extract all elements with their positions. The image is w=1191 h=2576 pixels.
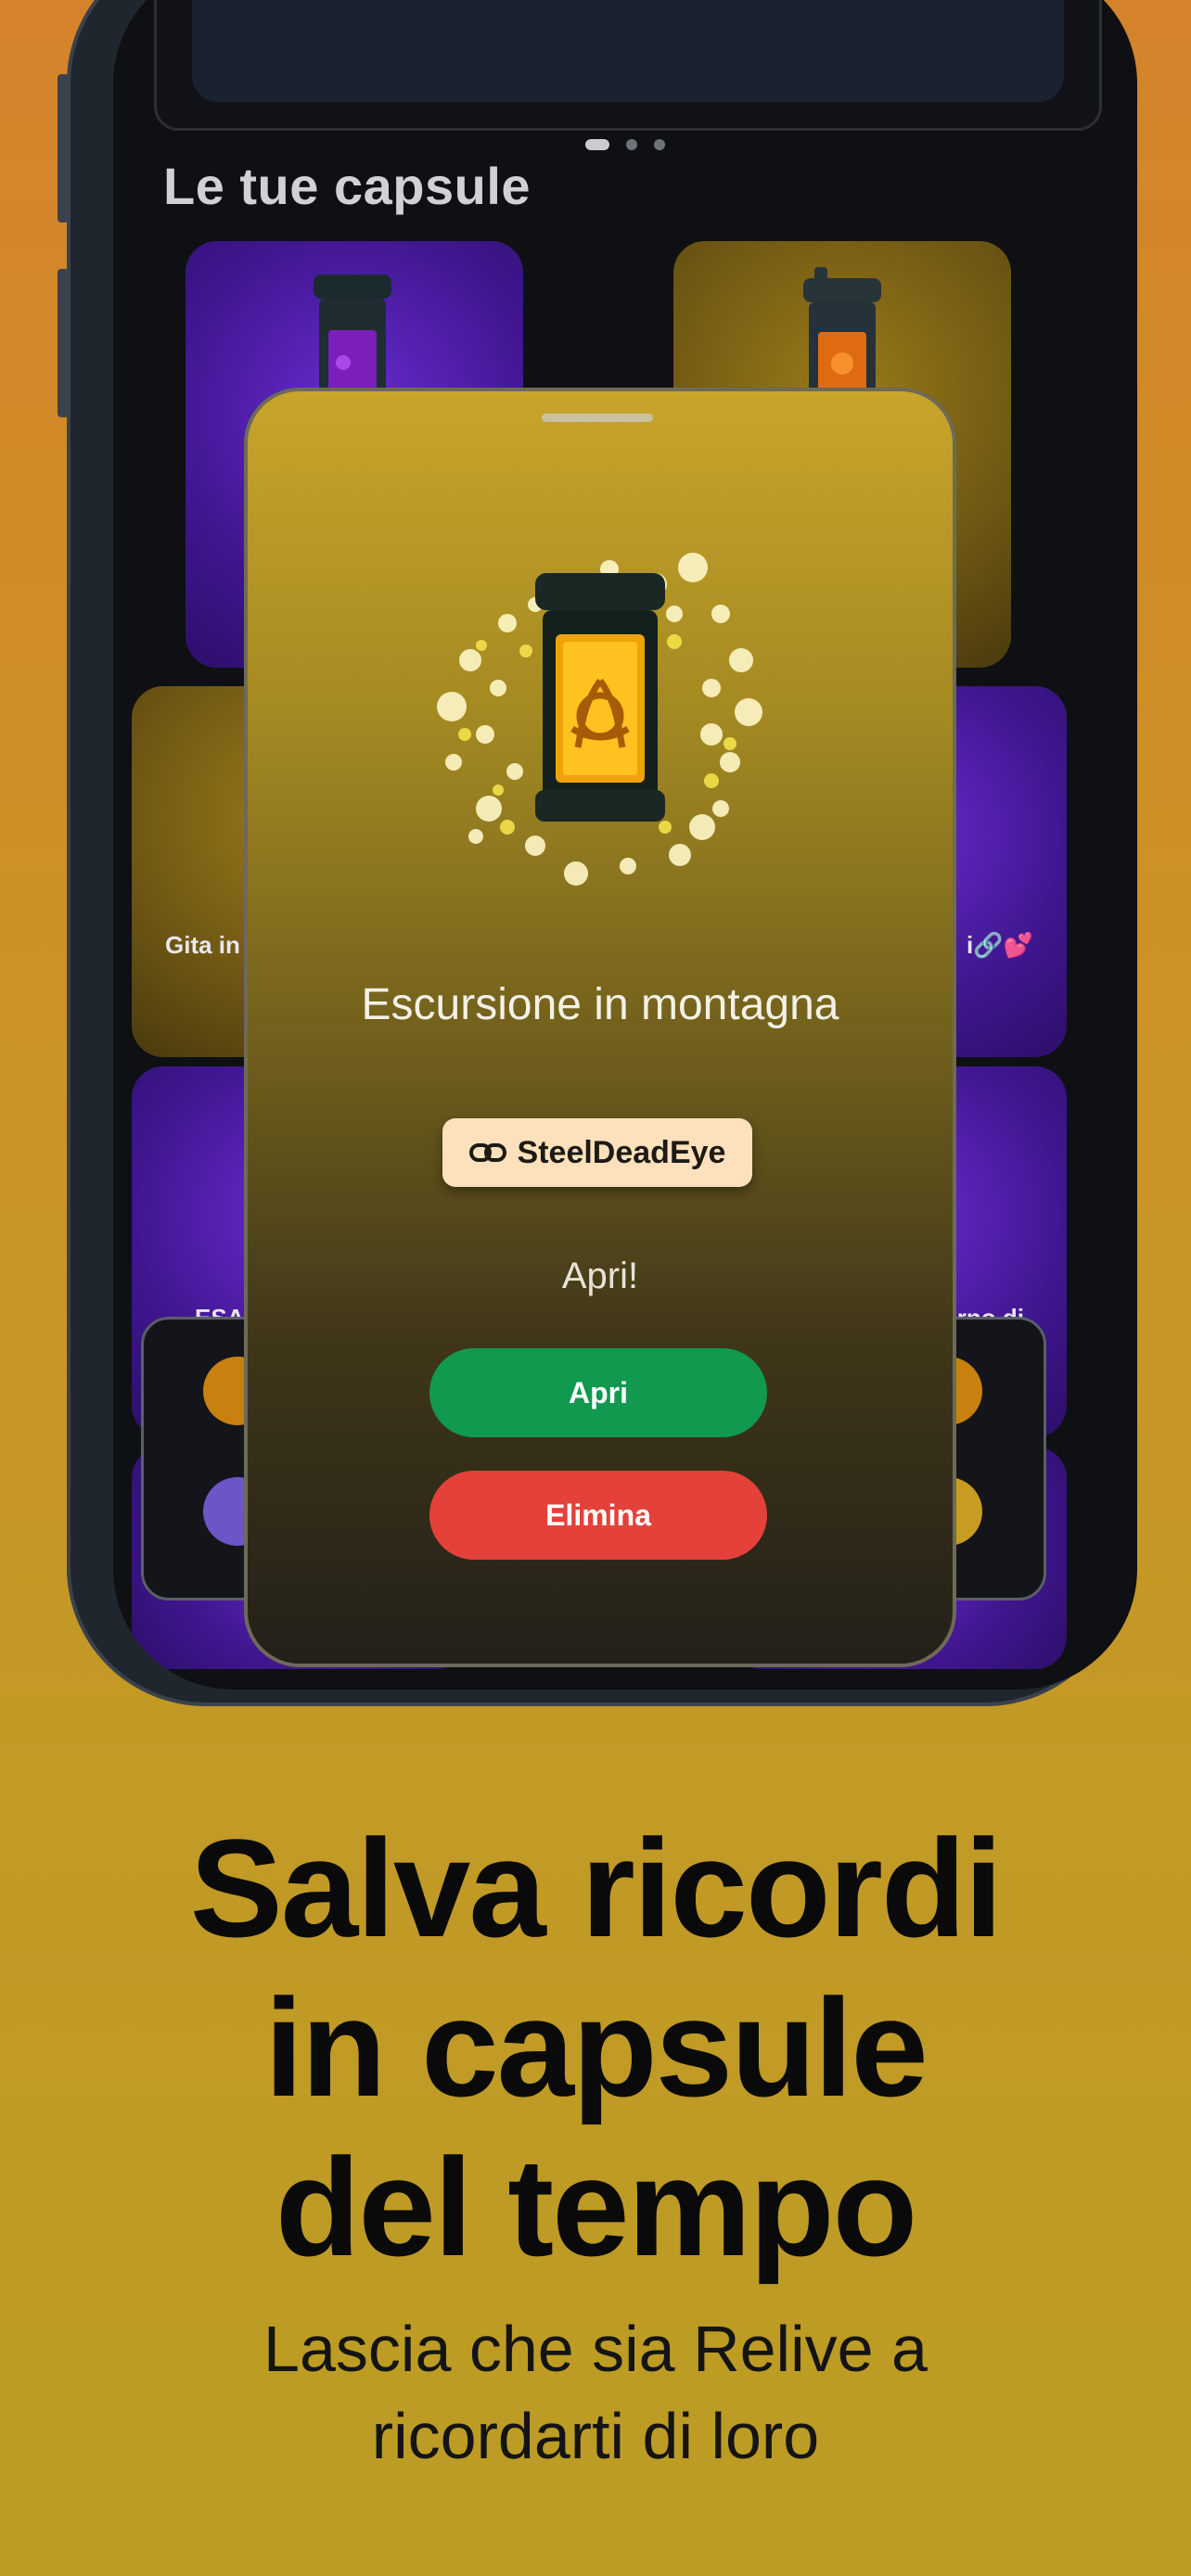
owner-chip-label: SteelDeadEye: [517, 1134, 726, 1170]
open-button[interactable]: Apri: [429, 1348, 767, 1437]
headline-line: in capsule: [264, 1970, 928, 2125]
carousel-dot[interactable]: [585, 139, 609, 150]
capsule-jar-icon: [803, 267, 881, 404]
capsule-tile-label: i🔗💕: [967, 931, 1033, 959]
capsule-jar-icon: [314, 274, 391, 401]
capsule-jar-illustration: [396, 530, 804, 920]
subline: Lascia che sia Relive a ricordarti di lo…: [0, 2305, 1191, 2480]
headline-line: del tempo: [275, 2129, 917, 2285]
delete-button[interactable]: Elimina: [429, 1471, 767, 1560]
carousel-dot[interactable]: [626, 139, 637, 150]
open-prompt: Apri!: [561, 1256, 639, 1296]
section-title: Le tue capsule: [163, 157, 531, 215]
subline-line: ricordarti di loro: [371, 2400, 820, 2472]
headline: Salva ricordi in capsule del tempo: [0, 1808, 1191, 2287]
owner-chip[interactable]: SteelDeadEye: [442, 1118, 752, 1187]
link-icon: [468, 1143, 506, 1162]
capsule-detail-sheet: Escursione in montagna SteelDeadEye Apri…: [244, 388, 956, 1667]
featured-card[interactable]: [154, 0, 1102, 131]
headline-line: Salva ricordi: [189, 1810, 1003, 1966]
featured-card-content: [192, 0, 1064, 102]
capsule-title: Escursione in montagna: [361, 980, 839, 1029]
capsule-tile-label: Gita in: [165, 931, 240, 959]
carousel-dot[interactable]: [654, 139, 665, 150]
sheet-drag-handle[interactable]: [542, 414, 653, 422]
glowing-jar-icon: [437, 553, 762, 886]
subline-line: Lascia che sia Relive a: [263, 2313, 928, 2385]
carousel-indicator[interactable]: [113, 139, 1137, 150]
